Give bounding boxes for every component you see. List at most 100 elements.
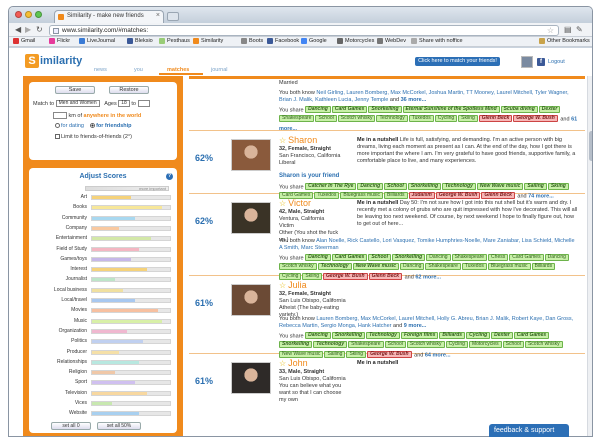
help-icon[interactable]: ? (166, 173, 173, 180)
interest-tag[interactable]: Card Games (331, 106, 368, 113)
ages-to-input[interactable] (137, 100, 150, 107)
interest-tag[interactable]: Technology (313, 341, 348, 349)
score-slider[interactable] (91, 215, 171, 221)
favorite-star-icon[interactable]: ☆ (279, 199, 286, 208)
distance-input[interactable] (53, 112, 67, 119)
score-slider[interactable] (91, 298, 171, 303)
interest-tag[interactable]: School (315, 115, 337, 123)
interest-tag[interactable]: School (384, 183, 407, 190)
interest-tag[interactable]: Snorkelling (407, 183, 442, 190)
interest-tag[interactable]: Dexter (538, 106, 561, 113)
interest-tag[interactable]: Shakespeare (279, 115, 315, 123)
interest-tag[interactable]: Scuba diving (500, 106, 538, 113)
interest-tag[interactable]: School (368, 254, 391, 261)
bookmark-item[interactable]: Similarity (193, 38, 223, 44)
score-slider[interactable] (91, 349, 171, 355)
interest-tag[interactable]: Catcher In The Rye (305, 183, 357, 190)
set-all-0-button[interactable]: set all 0 (51, 422, 91, 430)
interest-tag[interactable]: New Wave music (476, 183, 524, 190)
interest-tag[interactable]: Cycling (466, 332, 491, 339)
match-to-select[interactable]: Men and Women (55, 100, 100, 107)
score-slider[interactable] (91, 370, 171, 376)
bookmark-item[interactable]: Facebook (267, 38, 299, 44)
interest-tag[interactable]: Technology (317, 263, 352, 271)
interest-tag[interactable]: Billiards (439, 332, 466, 339)
set-all-50-button[interactable]: set all 50% (97, 422, 141, 430)
interest-tag[interactable]: Skiing (547, 183, 569, 190)
bookmark-item[interactable]: Motorcycles (337, 38, 374, 44)
bookmark-item[interactable]: Gmail (13, 38, 35, 44)
interest-tag[interactable]: Technology (366, 332, 400, 339)
score-slider[interactable] (91, 236, 171, 242)
score-slider[interactable] (91, 267, 171, 273)
interest-tag[interactable]: Dexter (491, 332, 513, 339)
interest-tag[interactable]: Dancing (305, 332, 331, 339)
limit-fof-checkbox[interactable] (55, 134, 60, 140)
score-slider[interactable] (91, 308, 171, 314)
nav-news[interactable]: news (94, 67, 107, 73)
match-friends-button[interactable]: Click here to match your friends! (415, 57, 500, 66)
bookmark-item[interactable]: Bleksio (127, 38, 153, 44)
ages-from-input[interactable]: 18 (118, 100, 130, 107)
match-name[interactable]: ☆ John (279, 358, 308, 368)
score-slider[interactable] (91, 318, 171, 324)
bookmark-item[interactable]: LiveJournal (79, 38, 115, 44)
favorite-star-icon[interactable]: ☆ (279, 136, 286, 145)
interest-tag[interactable]: Dancing (305, 254, 331, 261)
page-scrollbar[interactable] (587, 76, 592, 436)
interest-tag[interactable]: Shakespeare (348, 341, 384, 349)
interest-tag[interactable]: Shakespeare (451, 254, 488, 261)
interest-tag[interactable]: Chess (488, 254, 509, 261)
interest-tag[interactable]: Cycling (445, 341, 468, 349)
interest-tag[interactable]: Scotch whisky (524, 341, 563, 349)
similarity-logo[interactable]: S imilarity (25, 54, 82, 68)
interest-tag[interactable]: Scotch whisky (337, 115, 376, 123)
score-slider[interactable] (91, 277, 171, 283)
bookmark-item[interactable]: WebDev (377, 38, 406, 44)
score-slider[interactable] (91, 246, 171, 252)
interest-tag[interactable]: Card Games (331, 254, 368, 261)
bookmark-item[interactable]: Flickr (49, 38, 70, 44)
match-name[interactable]: ☆ Victor (279, 198, 311, 208)
location-link[interactable]: anywhere in the world (84, 113, 142, 119)
interest-tag[interactable]: Shakespeare (425, 263, 461, 271)
interest-tag[interactable]: Skiing (458, 115, 478, 123)
bookmark-item[interactable]: Pesthaus (159, 38, 190, 44)
nav-you[interactable]: you (134, 67, 143, 73)
interest-tag[interactable]: Tuxedos (408, 115, 434, 123)
interest-tag[interactable]: Scotch whisky (406, 341, 445, 349)
interest-tag[interactable]: Foreign films (400, 332, 439, 339)
user-avatar[interactable] (521, 56, 533, 68)
bookmark-item[interactable]: Share with noffice (411, 38, 463, 44)
profile-photo[interactable] (231, 202, 271, 234)
interest-tag[interactable]: Dancing (400, 263, 425, 271)
interest-tag[interactable]: School (384, 341, 406, 349)
interest-tag[interactable]: Billiards (531, 263, 556, 271)
interest-tag[interactable]: Card Games (513, 332, 550, 339)
browser-tab[interactable]: Similarity - make new friends × (54, 10, 164, 23)
score-slider[interactable] (91, 225, 171, 231)
interest-tag[interactable]: Technology (442, 183, 476, 190)
score-slider[interactable] (91, 205, 171, 211)
score-slider[interactable] (91, 411, 171, 417)
interest-tag[interactable]: Snorkelling (331, 332, 366, 339)
reload-icon[interactable]: ↻ (36, 25, 43, 35)
interest-tag[interactable]: Glenn Beck (478, 115, 513, 123)
mutual-friends-names[interactable]: Alan Noelle, Rick Castello, Lori Vasquez… (279, 238, 575, 251)
interest-tag[interactable]: George W. Bush (513, 115, 558, 123)
interest-tag[interactable]: Scotch whisky (279, 263, 317, 271)
score-slider[interactable] (91, 359, 171, 365)
score-slider[interactable] (91, 195, 171, 200)
match-name[interactable]: ☆ Sharon (279, 135, 317, 145)
bookmark-item[interactable]: Boots (241, 38, 263, 44)
score-slider[interactable] (91, 380, 171, 386)
score-slider[interactable] (91, 287, 171, 293)
score-slider[interactable] (91, 339, 171, 345)
interest-tag[interactable]: School (502, 341, 524, 349)
for-friendship-radio[interactable] (90, 123, 96, 129)
wrench-icon[interactable]: ✎ (576, 25, 583, 35)
for-dating-radio[interactable] (55, 123, 60, 129)
scrollbar-thumb[interactable] (589, 131, 592, 161)
interest-tag[interactable]: Snorkelling (368, 106, 402, 113)
forward-icon[interactable]: ▶ (25, 25, 31, 35)
